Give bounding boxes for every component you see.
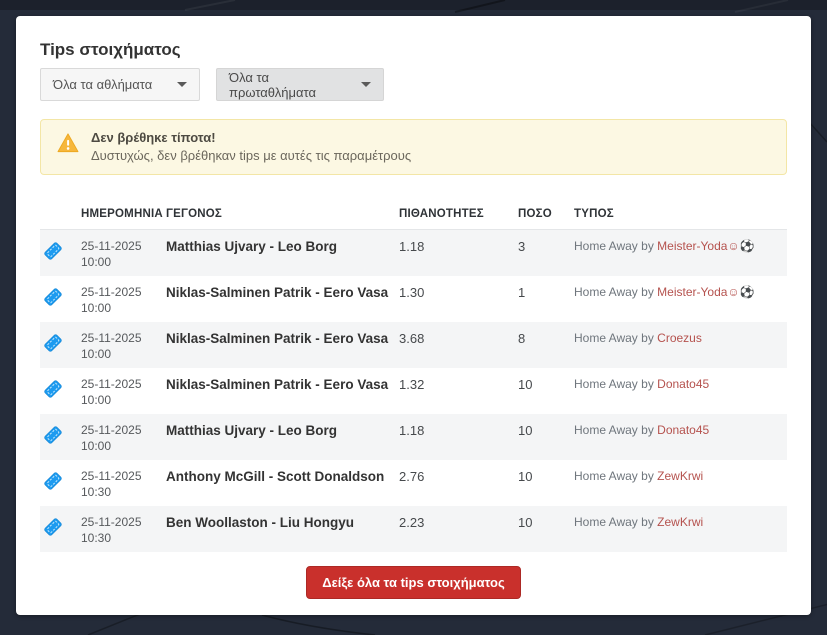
- tip-type-prefix: Home Away by: [574, 377, 658, 391]
- table-row[interactable]: 25-11-2025 10:00 Niklas-Salminen Patrik …: [40, 322, 787, 368]
- tip-time: 10:00: [81, 439, 112, 453]
- ticket-icon: [44, 380, 62, 398]
- filter-bar: Όλα τα αθλήματα Όλα τα πρωταθλήματα: [40, 68, 787, 101]
- col-header-amount: ΠΟΣΟ: [518, 208, 552, 220]
- tip-date: 25-11-2025: [81, 331, 142, 345]
- tipster-link[interactable]: Donato45: [657, 423, 709, 437]
- sport-filter-dropdown[interactable]: Όλα τα αθλήματα: [40, 68, 200, 101]
- tip-type-prefix: Home Away by: [574, 331, 658, 345]
- tipster-link[interactable]: ZewKrwi: [657, 515, 703, 529]
- league-filter-value: Όλα τα πρωταθλήματα: [229, 69, 316, 100]
- tip-time: 10:00: [81, 255, 112, 269]
- tip-date: 25-11-2025: [81, 285, 142, 299]
- table-row[interactable]: 25-11-2025 10:00 Matthias Ujvary - Leo B…: [40, 230, 787, 276]
- table-row[interactable]: 25-11-2025 10:00 Niklas-Salminen Patrik …: [40, 368, 787, 414]
- tip-date: 25-11-2025: [81, 515, 142, 529]
- no-results-alert: Δεν βρέθηκε τίποτα! Δυστυχώς, δεν βρέθηκ…: [40, 119, 787, 175]
- tip-odds: 3.68: [399, 331, 425, 346]
- tip-odds: 1.32: [399, 377, 425, 392]
- ticket-icon: [44, 242, 62, 260]
- table-header-row: ΗΜΕΡΟΜΗΝΙΑ ΓΕΓΟΝΟΣ ΠΙΘΑΝΟΤΗΤΕΣ ΠΟΣΟ ΤΥΠΟ…: [40, 208, 787, 230]
- col-header-odds: ΠΙΘΑΝΟΤΗΤΕΣ: [399, 208, 484, 220]
- tip-event: Anthony McGill - Scott Donaldson: [166, 469, 385, 484]
- tipster-link[interactable]: Croezus: [657, 331, 702, 345]
- tip-type-prefix: Home Away by: [574, 423, 658, 437]
- ticket-icon: [44, 472, 62, 490]
- table-row[interactable]: 25-11-2025 10:30 Ben Woollaston - Liu Ho…: [40, 506, 787, 552]
- caret-down-icon: [177, 82, 187, 87]
- col-header-date: ΗΜΕΡΟΜΗΝΙΑ: [81, 208, 163, 220]
- tip-amount: 10: [518, 423, 533, 438]
- tip-amount: 10: [518, 469, 533, 484]
- page-title: Tips στοιχήματος: [40, 40, 181, 59]
- tip-type-prefix: Home Away by: [574, 285, 658, 299]
- tip-amount: 10: [518, 377, 533, 392]
- tipster-link[interactable]: Meister-Yoda☺⚽: [657, 239, 754, 253]
- tip-time: 10:00: [81, 347, 112, 361]
- ticket-icon: [44, 288, 62, 306]
- table-row[interactable]: 25-11-2025 10:30 Anthony McGill - Scott …: [40, 460, 787, 506]
- tip-amount: 3: [518, 239, 526, 254]
- tip-odds: 1.18: [399, 423, 425, 438]
- tip-event: Niklas-Salminen Patrik - Eero Vasa: [166, 331, 389, 346]
- tip-odds: 1.30: [399, 285, 425, 300]
- tip-odds: 2.23: [399, 515, 425, 530]
- alert-title: Δεν βρέθηκε τίποτα!: [91, 130, 216, 145]
- tips-card: Tips στοιχήματος Όλα τα αθλήματα Όλα τα …: [16, 16, 811, 615]
- tipster-link[interactable]: ZewKrwi: [657, 469, 703, 483]
- tip-time: 10:00: [81, 393, 112, 407]
- tip-odds: 2.76: [399, 469, 425, 484]
- ticket-icon: [44, 426, 62, 444]
- tip-date: 25-11-2025: [81, 377, 142, 391]
- sport-filter-value: Όλα τα αθλήματα: [53, 77, 153, 92]
- tip-time: 10:30: [81, 485, 112, 499]
- tipster-link[interactable]: Meister-Yoda☺⚽: [657, 285, 754, 299]
- tip-date: 25-11-2025: [81, 423, 142, 437]
- tip-odds: 1.18: [399, 239, 425, 254]
- ticket-icon: [44, 334, 62, 352]
- tip-event: Niklas-Salminen Patrik - Eero Vasa: [166, 377, 389, 392]
- tip-time: 10:00: [81, 301, 112, 315]
- tip-type-prefix: Home Away by: [574, 469, 658, 483]
- warning-triangle-icon: [57, 133, 79, 153]
- tip-event: Niklas-Salminen Patrik - Eero Vasa: [166, 285, 389, 300]
- tip-date: 25-11-2025: [81, 239, 142, 253]
- tip-type-prefix: Home Away by: [574, 515, 658, 529]
- tipster-link[interactable]: Donato45: [657, 377, 709, 391]
- tip-event: Ben Woollaston - Liu Hongyu: [166, 515, 354, 530]
- col-header-type: ΤΥΠΟΣ: [574, 208, 614, 220]
- col-header-event: ΓΕΓΟΝΟΣ: [166, 208, 222, 220]
- tip-amount: 8: [518, 331, 526, 346]
- tip-event: Matthias Ujvary - Leo Borg: [166, 239, 338, 254]
- tip-date: 25-11-2025: [81, 469, 142, 483]
- league-filter-dropdown[interactable]: Όλα τα πρωταθλήματα: [216, 68, 384, 101]
- tip-type-prefix: Home Away by: [574, 239, 658, 253]
- ticket-icon: [44, 518, 62, 536]
- tip-amount: 10: [518, 515, 533, 530]
- footer: Δείξε όλα τα tips στοιχήματος: [40, 566, 787, 599]
- tips-table-body: 25-11-2025 10:00 Matthias Ujvary - Leo B…: [40, 230, 787, 552]
- tip-amount: 1: [518, 285, 526, 300]
- tip-event: Matthias Ujvary - Leo Borg: [166, 423, 338, 438]
- table-row[interactable]: 25-11-2025 10:00 Niklas-Salminen Patrik …: [40, 276, 787, 322]
- tip-time: 10:30: [81, 531, 112, 545]
- show-all-tips-button[interactable]: Δείξε όλα τα tips στοιχήματος: [306, 566, 521, 599]
- caret-down-icon: [361, 82, 371, 87]
- table-row[interactable]: 25-11-2025 10:00 Matthias Ujvary - Leo B…: [40, 414, 787, 460]
- alert-message: Δυστυχώς, δεν βρέθηκαν tips με αυτές τις…: [91, 148, 412, 163]
